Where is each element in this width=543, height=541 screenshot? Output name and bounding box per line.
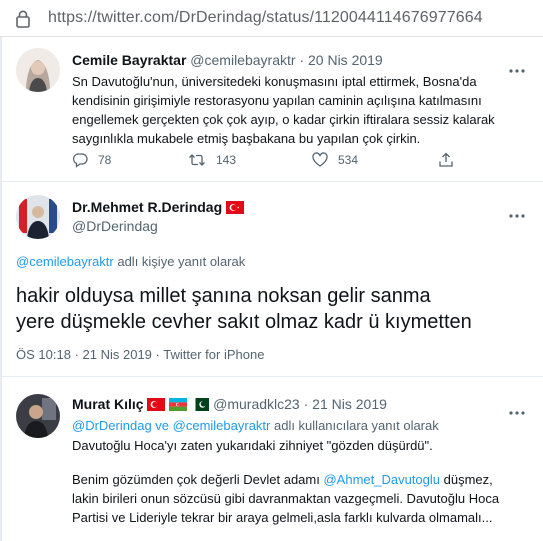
mention-link[interactable]: @cemilebayraktr: [173, 418, 271, 433]
share-icon: [439, 152, 453, 167]
tweet-text-line: lakin birileri onun sözcüsü gibi davranm…: [72, 491, 500, 506]
tweet-date[interactable]: 21 Nis 2019: [312, 396, 387, 412]
author-handle[interactable]: @muradklc23: [213, 396, 300, 412]
separator-dot: ·: [155, 347, 160, 362]
share-button[interactable]: [438, 152, 464, 168]
tweet-text-line: yere düşmekle cevher sakıt olmaz kadr ü …: [16, 311, 472, 333]
tweet-text-line: Partisi ve Lideriyle tekrar bir araya ge…: [72, 510, 493, 525]
tweet-text: hakir olduysa millet şanına noksan gelir…: [16, 283, 472, 335]
author-handle[interactable]: @cemilebayraktr: [190, 52, 295, 68]
like-button[interactable]: 534: [312, 152, 358, 168]
mention-link[interactable]: @Ahmet_Davutoglu: [323, 472, 440, 487]
parent-tweet[interactable]: Cemile Bayraktar @cemilebayraktr · 20 Ni…: [0, 38, 543, 182]
turkey-flag-icon: [226, 201, 245, 214]
url-text[interactable]: https://twitter.com/DrDerindag/status/11…: [48, 9, 483, 27]
author-name[interactable]: Dr.Mehmet R.Derindag: [72, 199, 222, 215]
mention-link[interactable]: @cemilebayraktr: [16, 254, 114, 269]
avatar[interactable]: [16, 394, 60, 438]
retweet-icon: [189, 154, 205, 166]
avatar-photo: [16, 394, 60, 438]
more-options-icon[interactable]: [509, 60, 525, 73]
separator-dot: ·: [299, 52, 305, 68]
separator-dot: ·: [74, 347, 79, 362]
replying-to: @cemilebayraktr adlı kişiye yanıt olarak: [16, 254, 245, 269]
browser-address-bar[interactable]: https://twitter.com/DrDerindag/status/11…: [0, 0, 543, 37]
tweet-header: Cemile Bayraktar @cemilebayraktr · 20 Ni…: [72, 52, 383, 68]
replying-to-label: adlı kullanıcılara yanıt olarak: [270, 418, 439, 433]
heart-icon: [312, 152, 328, 167]
more-options-icon[interactable]: [509, 402, 525, 415]
author-handle[interactable]: @DrDerindag: [72, 218, 158, 234]
tweet-text: Sn Davutoğlu'nun, üniversitedeki konuşma…: [72, 74, 495, 146]
replying-to: @DrDerindag ve @cemilebayraktr adlı kull…: [72, 416, 439, 435]
tweet-text: düşmez,: [440, 472, 493, 487]
retweet-count: 143: [216, 153, 237, 167]
tweet-actions: 78 143 534: [72, 152, 472, 172]
more-options-icon[interactable]: [509, 205, 525, 218]
reply-button[interactable]: 78: [72, 152, 111, 168]
avatar[interactable]: [16, 48, 60, 92]
tweet-date[interactable]: 20 Nis 2019: [308, 52, 383, 68]
avatar-photo: [16, 195, 60, 239]
separator-dot: ·: [303, 396, 309, 412]
author-name[interactable]: Cemile Bayraktar: [72, 52, 186, 68]
replying-to-and: ve: [151, 418, 173, 433]
azerbaijan-flag-icon: [169, 398, 188, 411]
tweet-date[interactable]: 21 Nis 2019: [83, 347, 152, 362]
tweet-time[interactable]: ÖS 10:18: [16, 347, 71, 362]
replying-to-label: adlı kişiye yanıt olarak: [113, 254, 246, 269]
tweet-text-line: hakir olduysa millet şanına noksan gelir…: [16, 285, 431, 307]
tweet-text-paragraph: Davutoğlu Hoca'yı zaten yukarıdaki zihni…: [72, 438, 433, 453]
tweet-text: Benim gözümden çok değerli Devlet adamı: [72, 472, 324, 487]
avatar[interactable]: [16, 195, 60, 239]
author-name[interactable]: Murat Kılıç: [72, 396, 144, 412]
like-count: 534: [338, 153, 359, 167]
tweet-meta: ÖS 10:18 · 21 Nis 2019 · Twitter for iPh…: [16, 347, 264, 362]
tweet-header: Dr.Mehmet R.Derindag: [72, 199, 245, 215]
turkey-flag-icon: [147, 398, 166, 411]
tweet-header: Murat Kılıç @muradklc23 · 21 Nis 2019: [72, 396, 387, 412]
author-handle-row: @DrDerindag: [72, 218, 158, 234]
reply-count: 78: [98, 153, 112, 167]
retweet-button[interactable]: 143: [188, 152, 236, 168]
main-tweet[interactable]: Dr.Mehmet R.Derindag @DrDerindag @cemile…: [0, 183, 543, 377]
reply-tweet[interactable]: Murat Kılıç @muradklc23 · 21 Nis 2019 @D…: [0, 378, 543, 541]
reply-icon: [72, 153, 88, 168]
mention-link[interactable]: @DrDerindag: [72, 418, 152, 433]
pakistan-flag-icon: [191, 398, 210, 411]
tweet-source[interactable]: Twitter for iPhone: [163, 347, 264, 362]
tweet-text-paragraph: Benim gözümden çok değerli Devlet adamı …: [72, 470, 499, 527]
avatar-photo: [16, 48, 60, 92]
lock-icon: [16, 10, 30, 28]
